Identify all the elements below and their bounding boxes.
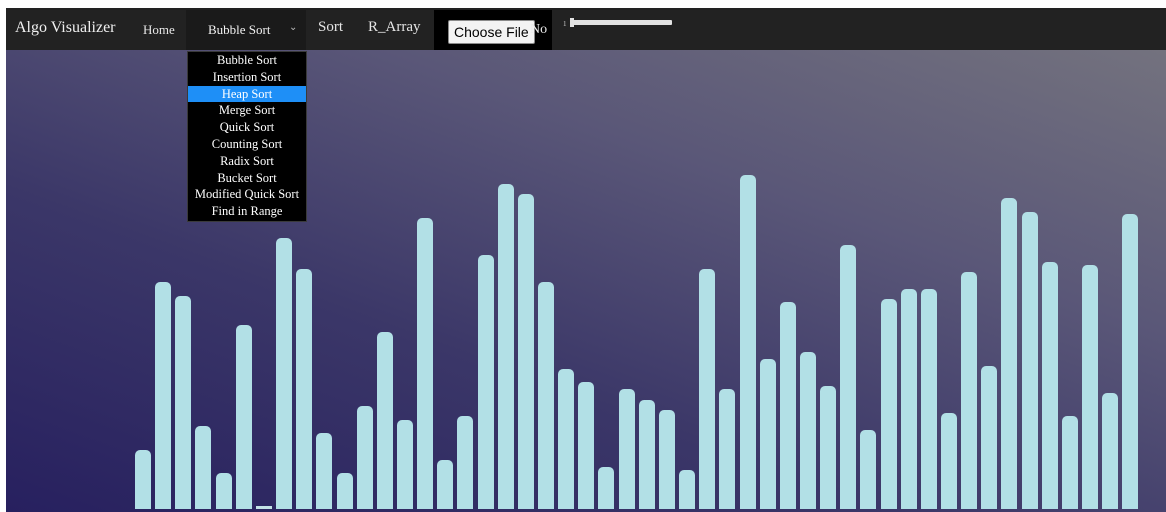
brand-logo[interactable]: Algo Visualizer: [15, 19, 116, 37]
array-bar: [296, 269, 313, 509]
dropdown-option[interactable]: Merge Sort: [188, 102, 306, 119]
dropdown-option[interactable]: Counting Sort: [188, 136, 306, 153]
array-bar: [759, 359, 776, 509]
array-bar: [215, 473, 232, 509]
array-bar: [719, 389, 736, 509]
random-array-button[interactable]: R_Array: [368, 19, 421, 36]
array-bar: [920, 289, 937, 509]
app-frame: Algo Visualizer Home Bubble Sort ⌄ Sort …: [6, 8, 1166, 512]
array-bar: [1102, 393, 1119, 509]
array-bar: [336, 473, 353, 509]
array-bar: [558, 369, 575, 509]
navbar: Algo Visualizer Home Bubble Sort ⌄ Sort …: [6, 8, 1166, 50]
array-bar: [1041, 262, 1058, 509]
dropdown-option[interactable]: Modified Quick Sort: [188, 186, 306, 203]
array-bar: [155, 282, 172, 509]
array-bar: [900, 289, 917, 509]
array-bar: [799, 352, 816, 509]
array-bar: [860, 430, 877, 509]
array-bar: [618, 389, 635, 509]
array-bar: [779, 302, 796, 509]
home-link[interactable]: Home: [143, 22, 175, 38]
array-bar: [1122, 214, 1139, 509]
algorithm-dropdown-list: Bubble Sort Insertion Sort Heap Sort Merge …: [187, 51, 307, 222]
array-bar: [135, 450, 151, 509]
array-bar: [739, 175, 756, 509]
array-bar: [195, 426, 212, 509]
array-bar: [840, 245, 857, 509]
array-bar: [417, 218, 434, 509]
array-bar: [578, 382, 595, 509]
array-bar: [699, 269, 716, 509]
algorithm-select-value: Bubble Sort: [208, 22, 271, 37]
array-bar: [1001, 198, 1018, 509]
array-bar: [235, 325, 252, 509]
array-bar: [981, 366, 998, 509]
dropdown-option[interactable]: Heap Sort: [188, 85, 306, 103]
dropdown-option[interactable]: Insertion Sort: [188, 69, 306, 86]
array-bar: [820, 386, 837, 509]
array-bar: [396, 420, 413, 509]
array-bar: [316, 433, 333, 509]
array-bar: [880, 299, 897, 509]
array-bar: [941, 413, 957, 509]
chevron-down-icon: ⌄: [289, 22, 298, 33]
array-bar: [1061, 416, 1078, 509]
file-status: No: [530, 22, 548, 37]
dropdown-option[interactable]: Find in Range: [188, 203, 306, 220]
array-bar: [356, 406, 373, 509]
array-bar: [638, 400, 655, 509]
array-bar: [255, 506, 272, 509]
array-bar: [517, 194, 534, 509]
dropdown-option[interactable]: Bubble Sort: [188, 52, 306, 69]
array-bar: [477, 255, 494, 509]
array-bar: [679, 470, 696, 509]
array-bar: [961, 272, 978, 509]
algorithm-select[interactable]: Bubble Sort ⌄: [186, 10, 306, 50]
dropdown-option[interactable]: Quick Sort: [188, 119, 306, 136]
array-bars: [6, 8, 1166, 512]
array-bar: [598, 467, 615, 509]
array-size-slider[interactable]: [572, 20, 672, 25]
slider-value-label: 1: [563, 20, 567, 28]
dropdown-option[interactable]: Bucket Sort: [188, 170, 306, 187]
array-bar: [457, 416, 474, 509]
array-bar: [497, 184, 514, 509]
array-bar: [538, 282, 554, 509]
array-bar: [276, 238, 293, 509]
array-bar: [175, 296, 192, 509]
array-bar: [1021, 212, 1038, 509]
array-bar: [437, 460, 454, 509]
dropdown-option[interactable]: Radix Sort: [188, 153, 306, 170]
file-input: Choose File No: [434, 10, 552, 50]
slider-thumb[interactable]: [570, 18, 574, 27]
array-bar: [1082, 265, 1099, 509]
array-bar: [658, 410, 675, 509]
array-bar: [376, 332, 393, 509]
choose-file-button[interactable]: Choose File: [448, 20, 535, 44]
sort-button[interactable]: Sort: [318, 19, 343, 36]
